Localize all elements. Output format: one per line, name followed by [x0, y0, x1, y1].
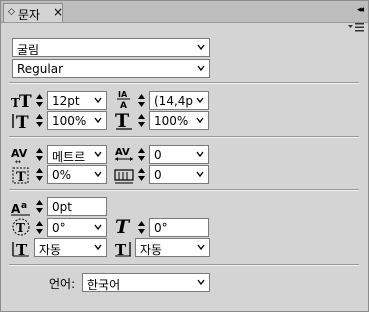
tracking-select[interactable]: 0	[149, 145, 209, 164]
vertical-scale-value: 100%	[52, 114, 87, 128]
svg-text:T: T	[16, 113, 29, 131]
leading-value: (14,4p	[154, 94, 194, 108]
language-label: 언어:	[49, 277, 76, 291]
panel-tab-bar: ◇ 문자 × ◂◂	[1, 1, 368, 23]
chevron-down-icon	[94, 117, 102, 124]
aki-before-icon: T	[12, 241, 29, 258]
tsume-select[interactable]: 0%	[47, 165, 107, 184]
separator	[9, 189, 359, 191]
mojikumi-value: 0	[154, 168, 162, 182]
chevron-down-icon	[197, 44, 205, 51]
aki-after-select[interactable]: 자동	[135, 238, 210, 257]
font-size-select[interactable]: 12pt	[47, 91, 107, 110]
svg-text:T: T	[19, 92, 32, 110]
kerning-icon: AV ↔	[11, 147, 28, 165]
skew-stepper[interactable]	[137, 218, 146, 237]
svg-text:a: a	[21, 201, 27, 211]
font-size-stepper[interactable]	[35, 91, 44, 110]
aki-after-value: 자동	[140, 243, 163, 257]
rotation-stepper[interactable]	[35, 218, 44, 237]
separator	[9, 264, 359, 266]
font-style-select[interactable]: Regular	[12, 59, 210, 78]
horizontal-scale-icon: T	[115, 110, 132, 130]
mojikumi-select[interactable]: 0	[149, 165, 209, 184]
aki-after-icon: T	[115, 241, 131, 258]
leading-icon: IA A	[117, 90, 130, 109]
character-panel: ◇ 문자 × ◂◂ 굴림 Regular T T 12pt IA A (14,4…	[0, 0, 369, 312]
svg-text:T: T	[115, 216, 131, 236]
chevron-down-icon	[196, 151, 204, 158]
leading-select[interactable]: (14,4p	[149, 91, 209, 110]
chevron-down-icon	[94, 171, 102, 178]
tsume-value: 0%	[52, 168, 72, 182]
svg-text:T: T	[16, 170, 26, 185]
chevron-down-icon	[94, 151, 102, 158]
mojikumi-stepper[interactable]	[137, 165, 146, 184]
chevron-down-icon	[197, 279, 205, 286]
chevron-down-icon	[94, 224, 102, 231]
kerning-value: 메트르	[52, 150, 86, 164]
font-size-icon: T T	[11, 92, 32, 110]
vertical-scale-select[interactable]: 100%	[47, 111, 107, 130]
svg-text:AV: AV	[115, 147, 130, 158]
separator	[9, 136, 359, 138]
font-size-value: 12pt	[52, 94, 80, 108]
chevron-down-icon	[197, 65, 205, 72]
tracking-icon: AV	[115, 147, 133, 161]
language-value: 한국어	[87, 278, 121, 292]
vertical-scale-icon: T	[12, 113, 29, 131]
font-style-value: Regular	[17, 62, 64, 76]
svg-text:T: T	[115, 241, 127, 258]
close-icon[interactable]: ×	[53, 5, 63, 19]
vertical-scale-stepper[interactable]	[35, 111, 44, 130]
diamond-icon: ◇	[8, 7, 15, 17]
kerning-select[interactable]: 메트르	[47, 145, 107, 164]
character-rotation-icon: T	[12, 218, 30, 236]
chevron-down-icon	[196, 97, 204, 104]
svg-text:T: T	[16, 241, 28, 258]
svg-text:IA: IA	[118, 90, 128, 99]
chevron-down-icon	[94, 244, 102, 251]
chevron-down-icon	[94, 97, 102, 104]
kerning-stepper[interactable]	[35, 145, 44, 164]
skew-input[interactable]: 0°	[149, 218, 209, 237]
tab-label: 문자	[18, 8, 41, 22]
chevron-down-icon	[196, 117, 204, 124]
svg-text:↔: ↔	[15, 158, 21, 165]
rotation-value: 0°	[52, 221, 66, 235]
svg-text:T: T	[16, 221, 25, 235]
separator	[9, 82, 359, 84]
svg-text:T: T	[115, 110, 129, 130]
collapse-icon[interactable]: ◂◂	[357, 5, 364, 15]
baseline-shift-stepper[interactable]	[35, 197, 44, 216]
baseline-shift-icon: A a	[11, 201, 30, 216]
aki-before-select[interactable]: 자동	[34, 238, 107, 257]
mojikumi-icon	[114, 169, 134, 184]
tracking-stepper[interactable]	[137, 145, 146, 164]
baseline-shift-input[interactable]: 0pt	[47, 197, 107, 216]
language-select[interactable]: 한국어	[82, 273, 210, 292]
tracking-value: 0	[154, 148, 162, 162]
horizontal-scale-value: 100%	[154, 114, 189, 128]
svg-text:A: A	[11, 202, 21, 216]
tsume-stepper[interactable]	[35, 165, 44, 184]
skew-value: 0°	[154, 221, 168, 235]
font-family-select[interactable]: 굴림	[12, 38, 210, 57]
tab-character[interactable]: ◇ 문자 ×	[3, 3, 63, 22]
svg-text:A: A	[120, 101, 127, 109]
skew-icon: T	[115, 216, 131, 236]
leading-stepper[interactable]	[137, 91, 146, 110]
rotation-select[interactable]: 0°	[47, 218, 107, 237]
font-family-value: 굴림	[17, 43, 40, 57]
panel-menu-icon[interactable]	[347, 21, 365, 33]
baseline-shift-value: 0pt	[52, 200, 72, 214]
tsume-icon: T	[12, 167, 29, 185]
aki-before-value: 자동	[39, 243, 62, 257]
horizontal-scale-stepper[interactable]	[137, 111, 146, 130]
horizontal-scale-select[interactable]: 100%	[149, 111, 209, 130]
chevron-down-icon	[196, 171, 204, 178]
chevron-down-icon	[197, 244, 205, 251]
